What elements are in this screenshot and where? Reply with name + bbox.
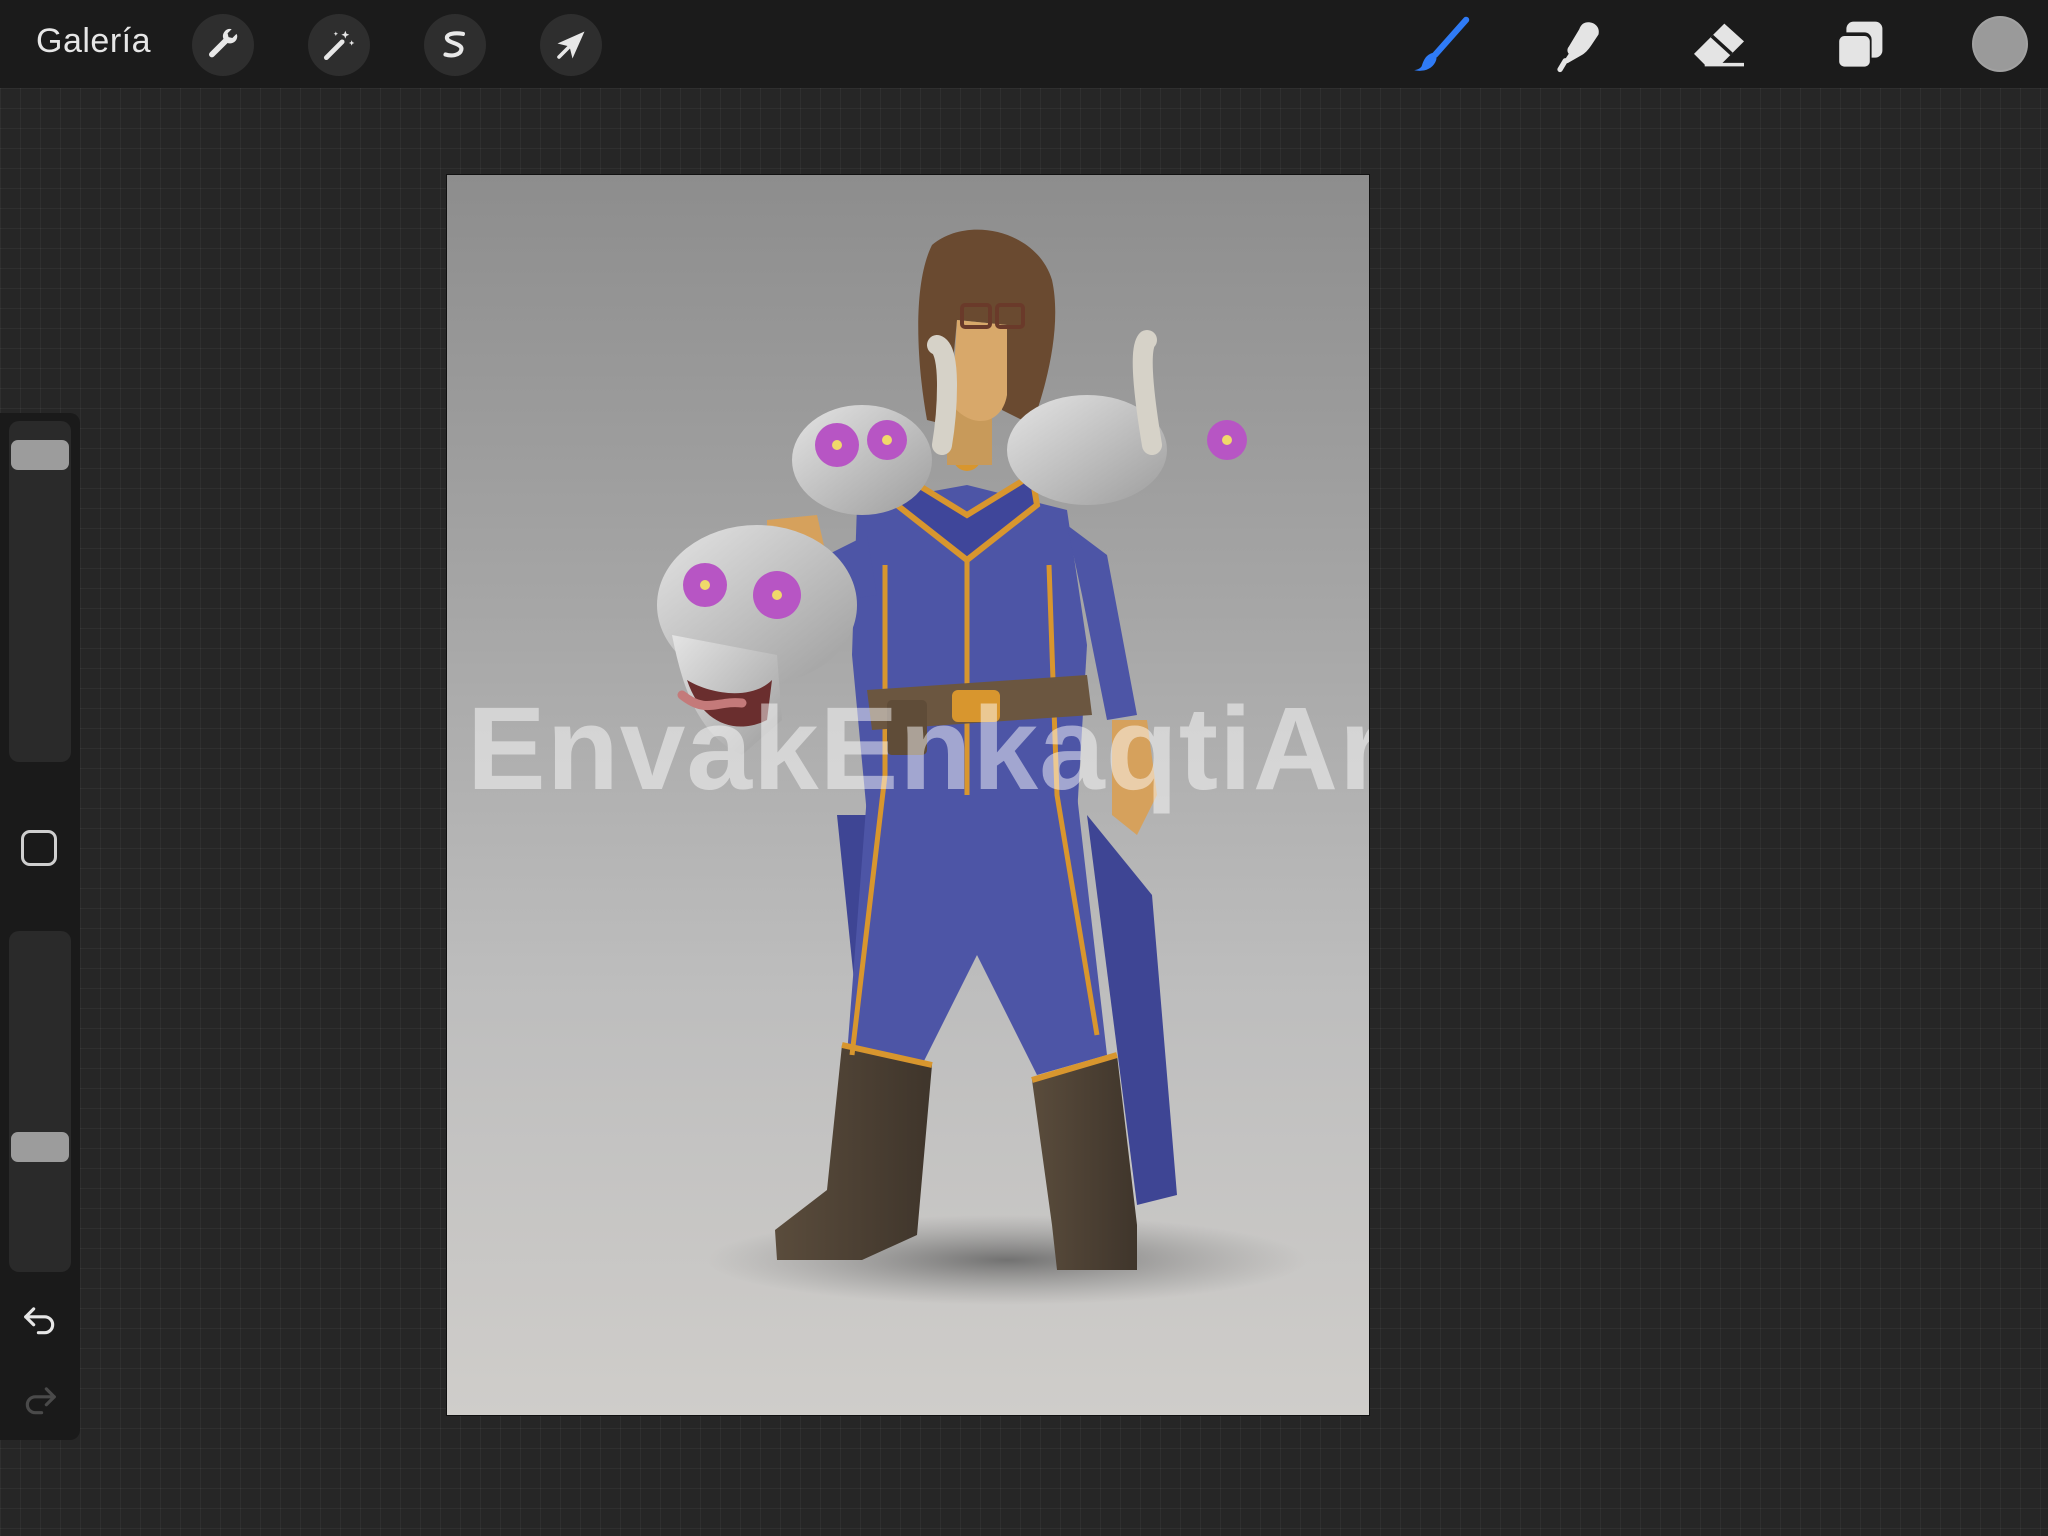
left-boot bbox=[775, 1045, 932, 1260]
face bbox=[952, 320, 1007, 422]
left-sidebar bbox=[0, 413, 80, 1440]
selection-button[interactable] bbox=[424, 14, 486, 76]
brush-button[interactable] bbox=[1408, 14, 1474, 76]
redo-button[interactable] bbox=[18, 1380, 62, 1420]
smudge-finger-icon bbox=[1557, 22, 1599, 73]
eraser-icon bbox=[1694, 23, 1744, 67]
drawing-canvas[interactable]: EnvakEnkaqtiArt bbox=[447, 175, 1369, 1415]
selection-s-icon bbox=[443, 31, 465, 58]
color-picker-button[interactable] bbox=[1972, 16, 2028, 72]
eraser-button[interactable] bbox=[1686, 14, 1752, 76]
legs bbox=[847, 795, 1107, 1075]
brush-size-thumb[interactable] bbox=[11, 440, 69, 471]
brush-icon bbox=[1413, 16, 1470, 71]
opacity-slider[interactable] bbox=[9, 931, 71, 1272]
magic-wand-icon bbox=[323, 30, 355, 61]
undo-arrow-icon bbox=[24, 1307, 55, 1335]
wrench-icon bbox=[209, 28, 238, 58]
left-shoulder-skull bbox=[792, 405, 932, 515]
actions-button[interactable] bbox=[192, 14, 254, 76]
arrow-cursor-icon bbox=[557, 31, 585, 59]
modify-button[interactable] bbox=[21, 830, 57, 866]
opacity-thumb[interactable] bbox=[11, 1131, 69, 1162]
undo-button[interactable] bbox=[18, 1300, 62, 1340]
layers-button[interactable] bbox=[1826, 14, 1892, 76]
transform-button[interactable] bbox=[540, 14, 602, 76]
smudge-button[interactable] bbox=[1548, 14, 1614, 76]
adjustments-button[interactable] bbox=[308, 14, 370, 76]
brush-size-slider[interactable] bbox=[9, 421, 71, 762]
redo-arrow-icon bbox=[25, 1387, 56, 1415]
layers-icon bbox=[1835, 21, 1883, 69]
watermark-text: EnvakEnkaqtiArt bbox=[467, 683, 1369, 815]
gallery-button[interactable]: Galería bbox=[36, 22, 151, 61]
top-toolbar: Galería bbox=[0, 0, 2048, 88]
